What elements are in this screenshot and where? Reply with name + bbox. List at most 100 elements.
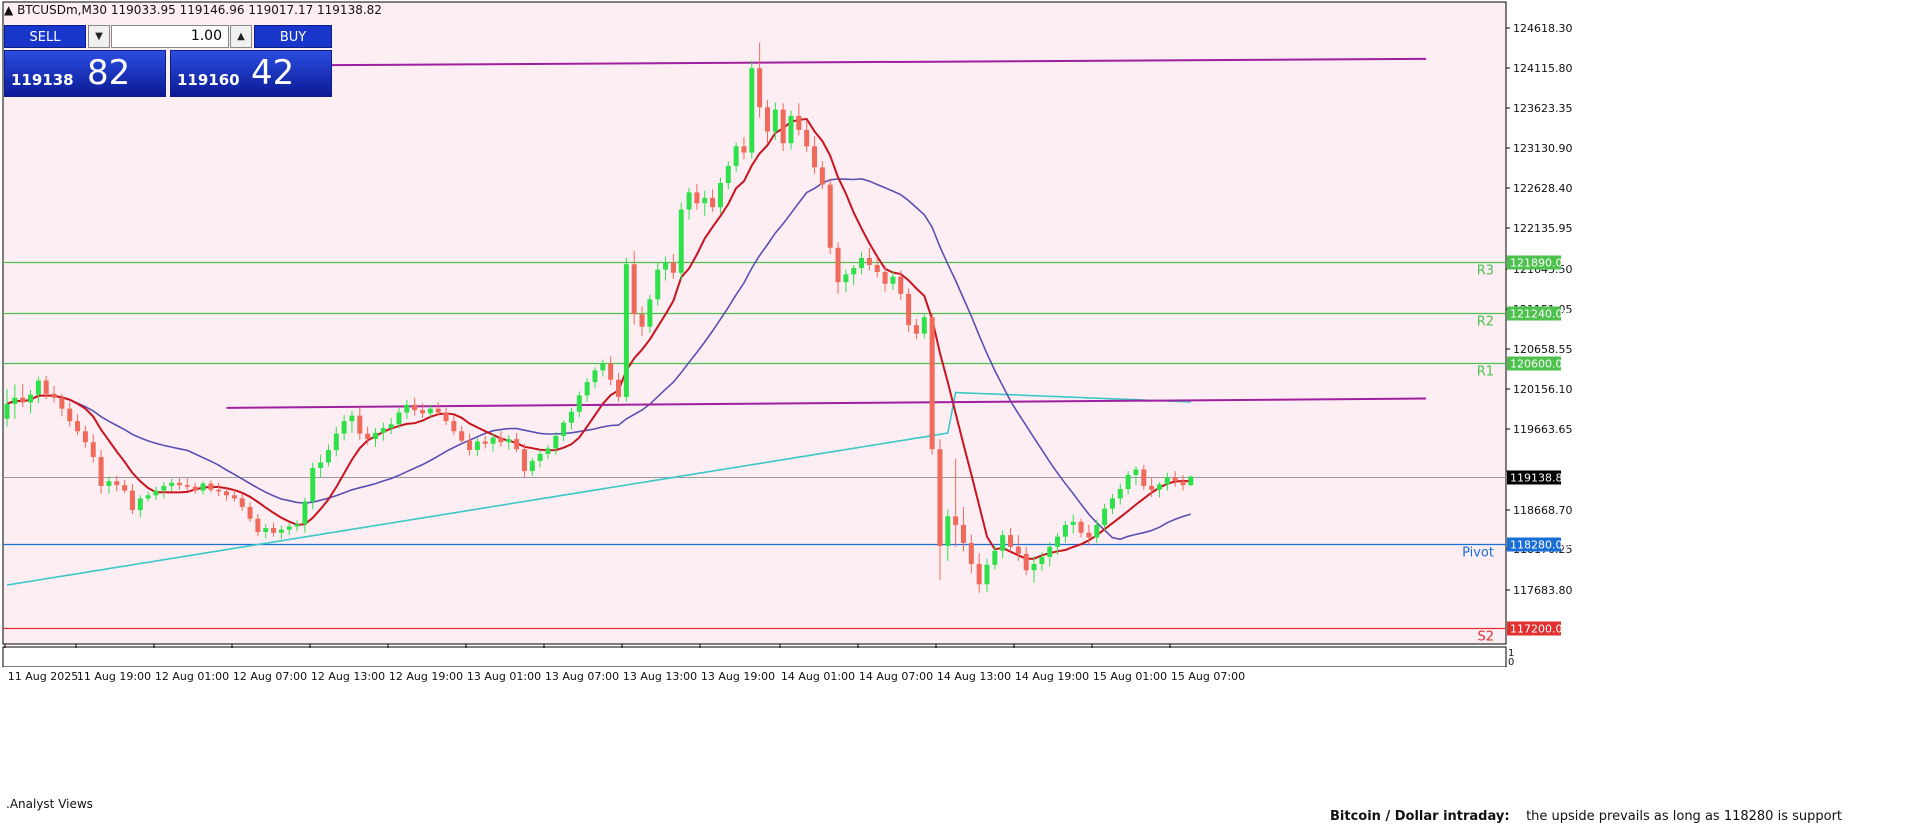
candle-body — [968, 542, 974, 564]
current-price-label: 119138.82 — [1510, 472, 1570, 485]
candle-body — [521, 449, 527, 472]
y-tick-label: 123623.35 — [1513, 102, 1573, 115]
candle-body — [28, 394, 34, 403]
candle-body — [498, 437, 504, 443]
candle-body — [404, 404, 410, 413]
candle — [1188, 475, 1194, 486]
candle-body — [553, 435, 559, 449]
candle-body — [184, 485, 190, 487]
lot-size-input[interactable]: 1.00 — [111, 25, 229, 48]
analyst-view-text: Bitcoin / Dollar intraday: the upside pr… — [1330, 809, 1842, 824]
candle-body — [1023, 553, 1029, 571]
candle-body — [953, 516, 959, 525]
candle-body — [145, 495, 151, 499]
subwindow-title: .Analyst Views — [6, 797, 93, 811]
candle-body — [506, 439, 512, 443]
candle-body — [286, 526, 292, 530]
candle-body — [921, 317, 927, 334]
candle-body — [224, 491, 230, 496]
candle-body — [1008, 535, 1014, 547]
candle-body — [733, 146, 739, 166]
candle-body — [129, 490, 135, 511]
candle-body — [804, 129, 810, 147]
candle-body — [898, 276, 904, 294]
price-chart[interactable]: R3R2R1PivotS2 10124618.30124115.80123623… — [0, 0, 1916, 840]
candle-body — [1125, 474, 1131, 490]
candle-body — [843, 274, 849, 283]
candle-body — [82, 431, 88, 443]
plot-area: R3 R2 R1 Pivot S2 — [2, 1, 1507, 685]
y-tick-label: 117683.80 — [1513, 584, 1573, 597]
level-name-r3: R3 — [1477, 264, 1494, 279]
candle-body — [741, 146, 747, 153]
candle-body — [576, 395, 582, 412]
subwindow-scale-label: 0 — [1508, 657, 1514, 668]
candle-body — [623, 264, 629, 397]
y-tick-label: 123130.90 — [1513, 142, 1573, 155]
candle-body — [631, 264, 637, 315]
x-tick-label: 12 Aug 19:00 — [389, 670, 463, 683]
ask-quote[interactable]: 119160 42 — [170, 50, 332, 97]
candle-body — [1164, 477, 1170, 485]
sell-button[interactable]: SELL — [4, 25, 86, 48]
candle-body — [153, 490, 159, 496]
candle-body — [1047, 546, 1053, 557]
ask-price-prefix: 119160 — [177, 71, 240, 89]
collapse-triangle-icon[interactable]: ▲ — [4, 3, 13, 17]
candle-body — [1109, 498, 1115, 509]
bid-price-prefix: 119138 — [11, 71, 74, 89]
candle-body — [200, 483, 206, 491]
y-tick-label: 118668.70 — [1513, 504, 1573, 517]
candle-body — [1062, 524, 1068, 537]
candle-body — [467, 440, 473, 451]
x-tick-label: 13 Aug 01:00 — [467, 670, 541, 683]
candle-body — [851, 268, 857, 275]
level-price-label: 118280.00 — [1510, 539, 1570, 552]
x-tick-label: 14 Aug 13:00 — [937, 670, 1011, 683]
candle-body — [263, 528, 269, 532]
buy-button[interactable]: BUY — [254, 25, 332, 48]
candle-body — [43, 380, 49, 394]
candle-body — [608, 363, 614, 380]
y-tick-label: 122628.40 — [1513, 182, 1573, 195]
x-tick-label: 14 Aug 07:00 — [859, 670, 933, 683]
level-price-label: 121890.00 — [1510, 257, 1570, 270]
candle-body — [1039, 556, 1045, 564]
candle-body — [945, 516, 951, 547]
candle-body — [90, 442, 96, 458]
candle-body — [357, 415, 363, 434]
candle-body — [365, 433, 371, 440]
candle — [623, 257, 629, 402]
candle-body — [913, 325, 919, 334]
candle-body — [984, 564, 990, 585]
candle-body — [459, 431, 465, 441]
candle-body — [514, 439, 520, 450]
candle-body — [882, 272, 888, 284]
candle-body — [670, 262, 676, 273]
level-price-label: 117200.00 — [1510, 623, 1570, 636]
level-price-label: 121240.00 — [1510, 308, 1570, 321]
candle-body — [1117, 489, 1123, 499]
candle-body — [1086, 532, 1092, 538]
candle-body — [318, 462, 324, 468]
candle-body — [663, 262, 669, 270]
candle-body — [592, 370, 598, 383]
analyst-view-body: the upside prevails as long as 118280 is… — [1526, 809, 1843, 824]
candle-body — [443, 412, 449, 422]
candle-body — [678, 209, 684, 273]
candle-body — [380, 428, 386, 433]
candle-body — [859, 257, 865, 269]
candle-body — [1180, 481, 1186, 486]
candle-body — [561, 422, 567, 436]
lot-increase-icon[interactable]: ▲ — [230, 25, 252, 48]
x-tick-label: 13 Aug 13:00 — [623, 670, 697, 683]
candle-body — [890, 276, 896, 284]
candle-body — [106, 481, 112, 486]
candle-body — [749, 68, 755, 153]
lot-decrease-icon[interactable]: ▼ — [88, 25, 110, 48]
x-tick-label: 12 Aug 13:00 — [311, 670, 385, 683]
candle-body — [271, 528, 277, 533]
bid-quote[interactable]: 119138 82 — [4, 50, 166, 97]
candle-body — [1094, 524, 1100, 538]
candle-body — [59, 397, 65, 409]
